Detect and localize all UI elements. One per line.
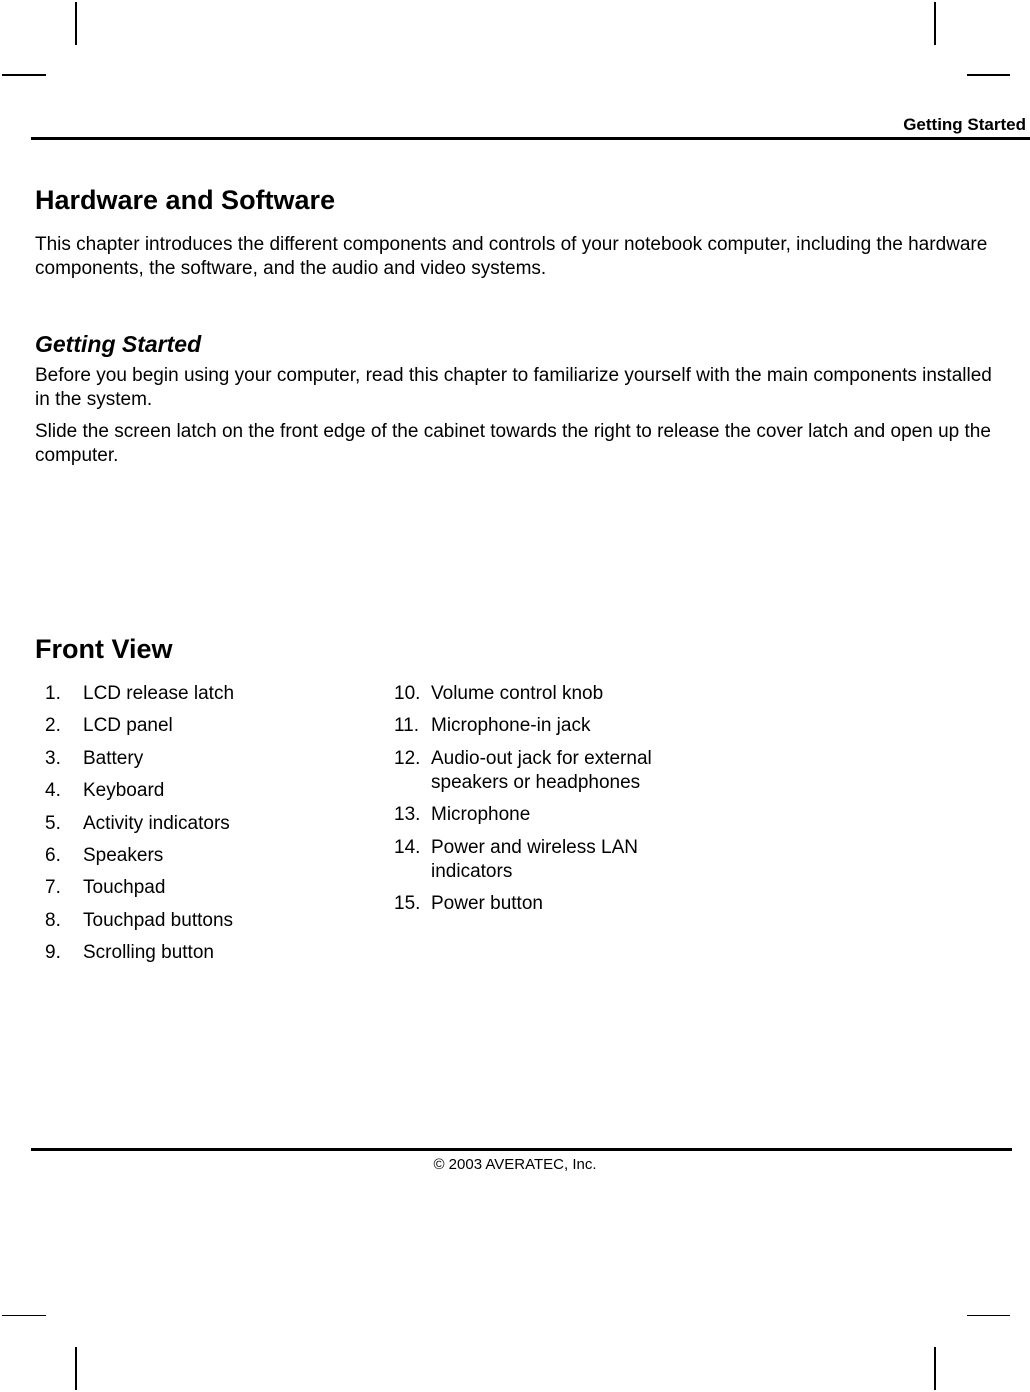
front-view-list-right: 10. Volume control knob 11. Microphone-in …	[394, 682, 714, 924]
item-label: Battery	[83, 747, 144, 769]
item-number: 7.	[45, 877, 61, 899]
list-item: 4. Keyboard	[35, 779, 355, 803]
item-number: 4.	[45, 780, 61, 802]
crop-mark	[2, 1315, 46, 1316]
item-label: Audio-out jack for external speakers or …	[431, 747, 652, 793]
front-view-heading: Front View	[35, 634, 173, 664]
item-label: Activity indicators	[83, 812, 230, 834]
item-label: Touchpad buttons	[83, 909, 234, 931]
item-label: Power button	[431, 892, 543, 914]
list-item: 5. Activity indicators	[35, 812, 355, 836]
item-number: 3.	[45, 747, 61, 769]
running-header: Getting Started	[903, 115, 1026, 134]
list-item: 1. LCD release latch	[35, 682, 355, 706]
item-label: Volume control knob	[431, 683, 604, 704]
list-item: 10. Volume control knob	[394, 682, 714, 706]
item-label: Speakers	[83, 844, 164, 866]
item-number: 12.	[394, 747, 421, 769]
front-view-list-left: 1. LCD release latch 2. LCD panel 3. Batter…	[35, 682, 355, 974]
item-number: 8.	[45, 909, 61, 931]
list-item: 9. Scrolling button	[35, 941, 355, 965]
footer-rule	[31, 1148, 1012, 1151]
item-number: 15.	[394, 892, 421, 914]
item-label: Scrolling button	[83, 942, 214, 964]
item-label: LCD release latch	[83, 683, 235, 704]
item-number: 1.	[45, 683, 61, 704]
section-heading: Getting Started	[35, 331, 202, 357]
list-item: 11. Microphone-in jack	[394, 714, 714, 738]
crop-mark	[934, 2, 936, 45]
copyright-footer: © 2003 AVERATEC, Inc.	[433, 1156, 597, 1173]
item-number: 11.	[394, 715, 420, 737]
list-item: 14. Power and wireless LAN indicators	[394, 836, 714, 884]
list-item: 2. LCD panel	[35, 714, 355, 738]
item-label: Power and wireless LAN indicators	[431, 836, 638, 882]
item-number: 10.	[394, 683, 421, 704]
section-paragraph: Before you begin using your computer, re…	[35, 365, 992, 410]
crop-mark	[934, 1347, 936, 1390]
item-number: 9.	[45, 942, 61, 964]
item-label: Touchpad	[83, 877, 166, 899]
header-rule	[31, 137, 1030, 140]
item-label: Microphone-in jack	[431, 715, 591, 737]
crop-mark	[75, 1347, 77, 1390]
item-label: Microphone	[431, 804, 531, 826]
page-title: Hardware and Software	[35, 185, 336, 215]
item-number: 5.	[45, 812, 61, 834]
item-number: 13.	[394, 804, 421, 826]
section-paragraph: Slide the screen latch on the front edge…	[35, 421, 991, 466]
item-number: 6.	[45, 844, 61, 866]
item-label: LCD panel	[83, 715, 173, 737]
item-number: 14.	[394, 836, 421, 858]
list-item: 8. Touchpad buttons	[35, 909, 355, 933]
intro-paragraph: This chapter introduces the different co…	[35, 234, 988, 279]
list-item: 12. Audio-out jack for external speakers …	[394, 747, 714, 795]
item-number: 2.	[45, 715, 61, 737]
list-item: 6. Speakers	[35, 844, 355, 868]
list-item: 3. Battery	[35, 747, 355, 771]
list-item: 7. Touchpad	[35, 876, 355, 900]
list-item: 15. Power button	[394, 892, 714, 916]
crop-mark	[967, 74, 1010, 76]
crop-mark	[75, 2, 77, 45]
item-label: Keyboard	[83, 780, 165, 802]
list-item: 13. Microphone	[394, 803, 714, 827]
crop-mark	[2, 74, 46, 76]
crop-mark	[967, 1315, 1010, 1316]
